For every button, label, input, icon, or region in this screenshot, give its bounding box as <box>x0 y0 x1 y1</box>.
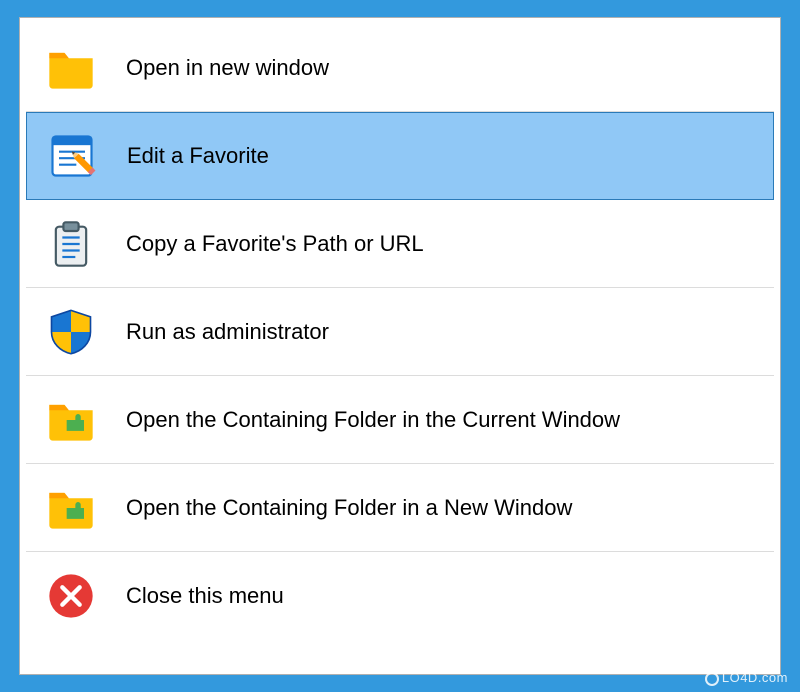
folder-puzzle-icon <box>34 482 108 534</box>
menu-item-open-containing-new[interactable]: Open the Containing Folder in a New Wind… <box>26 464 774 552</box>
watermark-icon <box>705 672 719 686</box>
menu-item-label: Open in new window <box>108 55 329 81</box>
watermark: LO4D.com <box>705 670 788 686</box>
menu-item-open-new-window[interactable]: Open in new window <box>26 24 774 112</box>
folder-puzzle-icon <box>34 394 108 446</box>
menu-item-open-containing-current[interactable]: Open the Containing Folder in the Curren… <box>26 376 774 464</box>
close-icon <box>34 570 108 622</box>
shield-icon <box>34 306 108 358</box>
menu-item-edit-favorite[interactable]: Edit a Favorite <box>26 112 774 200</box>
menu-item-label: Open the Containing Folder in the Curren… <box>108 407 620 433</box>
menu-item-label: Run as administrator <box>108 319 329 345</box>
menu-item-copy-path[interactable]: Copy a Favorite's Path or URL <box>26 200 774 288</box>
menu-item-label: Edit a Favorite <box>109 143 269 169</box>
menu-item-label: Open the Containing Folder in a New Wind… <box>108 495 572 521</box>
menu-item-label: Close this menu <box>108 583 284 609</box>
folder-icon <box>34 42 108 94</box>
menu-item-close-menu[interactable]: Close this menu <box>26 552 774 640</box>
context-menu: Open in new window Edit a Favorite <box>19 17 781 675</box>
menu-item-run-as-admin[interactable]: Run as administrator <box>26 288 774 376</box>
edit-note-icon <box>35 130 109 182</box>
clipboard-icon <box>34 218 108 270</box>
menu-item-label: Copy a Favorite's Path or URL <box>108 231 424 257</box>
